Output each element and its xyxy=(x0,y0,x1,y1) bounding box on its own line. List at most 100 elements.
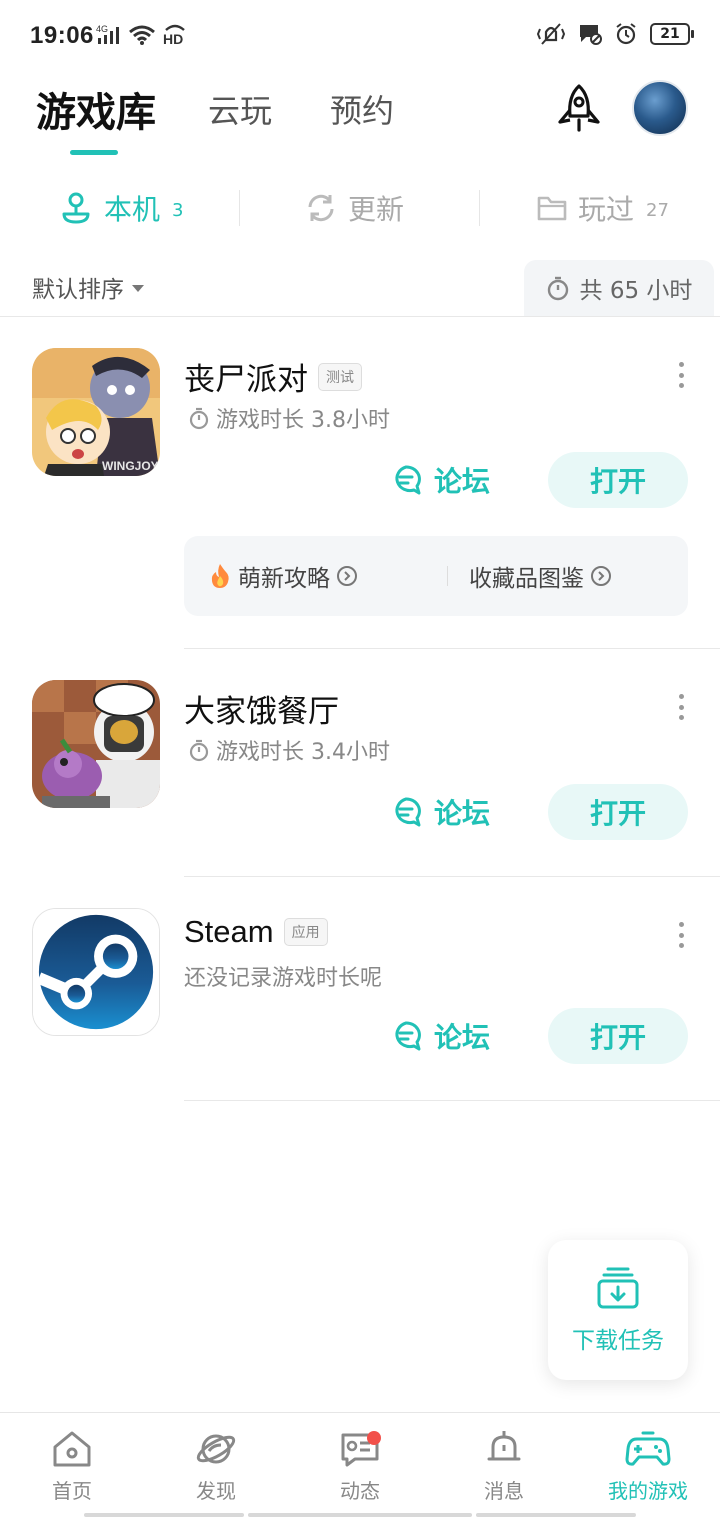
total-playtime-badge: 共 65 小时 xyxy=(524,260,714,316)
chevron-down-icon xyxy=(132,284,144,292)
sort-dropdown[interactable]: 默认排序 xyxy=(32,270,144,304)
game-playtime-text: 游戏时长 3.8小时 xyxy=(216,408,390,433)
game-title-row: 大家饿餐厅 xyxy=(184,686,339,731)
guide-label: 萌新攻略 xyxy=(238,566,330,592)
subtab-played-label: 玩过 xyxy=(578,193,635,226)
gesture-bar xyxy=(476,1513,636,1517)
timer-icon xyxy=(547,276,568,301)
game-tag: 应用 xyxy=(283,918,328,946)
bell-icon xyxy=(487,1431,521,1461)
steam-logo-icon[interactable] xyxy=(32,908,160,1036)
home-icon xyxy=(53,1431,91,1467)
status-right-icons: 21 xyxy=(536,22,694,46)
game-title-row: 丧尸派对 测试 xyxy=(184,354,362,399)
more-options-icon[interactable] xyxy=(676,922,686,948)
guide-link-beginner[interactable]: 萌新攻略 xyxy=(208,536,358,616)
svg-text:WINGJOY: WINGJOY xyxy=(102,459,159,473)
divider xyxy=(184,876,720,877)
nav-label: 我的游戏 xyxy=(608,1479,688,1503)
game-icon-restaurant[interactable] xyxy=(32,680,160,808)
forum-button[interactable]: 论坛 xyxy=(390,1008,490,1064)
download-box-icon xyxy=(597,1267,639,1309)
hd-label: HD xyxy=(163,31,183,46)
divider xyxy=(184,648,720,649)
game-title: Steam xyxy=(184,914,274,949)
tab-game-library[interactable]: 游戏库 xyxy=(36,80,156,138)
battery-indicator: 21 xyxy=(650,23,694,45)
tab-cloud-play[interactable]: 云玩 xyxy=(208,86,272,132)
more-options-icon[interactable] xyxy=(676,362,686,388)
message-blocked-icon xyxy=(580,25,602,45)
open-game-button[interactable]: 打开 xyxy=(548,1008,688,1064)
status-time: 19:06 xyxy=(30,22,94,49)
subtab-local-label: 本机 xyxy=(104,193,161,226)
subtab-updates[interactable]: 更新 xyxy=(304,180,404,236)
nav-home[interactable]: 首页 xyxy=(17,1429,127,1504)
nav-feed[interactable]: 动态 xyxy=(305,1429,415,1504)
status-bar: 19:06 4G HD 21 xyxy=(0,0,720,72)
rocket-icon[interactable] xyxy=(554,82,604,136)
subtab-updates-label: 更新 xyxy=(348,193,405,226)
game-title: 大家饿餐厅 xyxy=(184,694,339,730)
nav-discover[interactable]: 发现 xyxy=(161,1429,271,1504)
gesture-bar xyxy=(248,1513,472,1517)
tab-reservation[interactable]: 预约 xyxy=(330,86,394,132)
signal-icon: 4G xyxy=(96,24,119,44)
network-label: 4G xyxy=(96,24,108,34)
planet-icon xyxy=(196,1434,236,1464)
subtab-local-count: 3 xyxy=(172,199,184,221)
refresh-icon xyxy=(308,194,334,222)
forum-icon xyxy=(395,465,421,495)
nav-my-games[interactable]: 我的游戏 xyxy=(593,1429,703,1504)
download-tasks-button[interactable]: 下载任务 xyxy=(548,1240,688,1380)
nav-label: 首页 xyxy=(52,1479,92,1503)
timer-icon xyxy=(189,407,209,430)
more-options-icon[interactable] xyxy=(676,694,686,720)
open-game-button[interactable]: 打开 xyxy=(548,784,688,840)
forum-label: 论坛 xyxy=(434,465,491,498)
hd-icon: HD xyxy=(163,24,185,46)
forum-button[interactable]: 论坛 xyxy=(390,784,490,840)
nav-messages[interactable]: 消息 xyxy=(449,1429,559,1504)
game-title: 丧尸派对 xyxy=(184,362,308,398)
guide-divider xyxy=(447,566,448,586)
divider xyxy=(0,316,720,317)
divider xyxy=(184,1100,720,1101)
folder-icon xyxy=(537,196,567,221)
forum-icon xyxy=(395,797,421,827)
game-playtime: 还没记录游戏时长呢 xyxy=(184,960,382,992)
subtab-played[interactable]: 玩过 27 xyxy=(536,180,669,236)
subtab-divider xyxy=(479,190,480,226)
game-playtime-text: 游戏时长 3.4小时 xyxy=(216,740,390,765)
game-playtime: 游戏时长 3.8小时 xyxy=(188,402,390,434)
sort-label: 默认排序 xyxy=(32,277,124,303)
guide-link-collection[interactable]: 收藏品图鉴 xyxy=(469,536,612,616)
forum-label: 论坛 xyxy=(434,1021,491,1054)
nav-label: 动态 xyxy=(340,1479,380,1503)
subtab-local[interactable]: 本机 3 xyxy=(58,180,183,236)
fire-icon xyxy=(211,564,229,588)
total-playtime: 共 65 小时 xyxy=(579,278,693,304)
forum-label: 论坛 xyxy=(434,797,491,830)
avatar[interactable] xyxy=(632,80,688,136)
guide-card: 萌新攻略 收藏品图鉴 xyxy=(184,536,688,616)
device-icon xyxy=(62,192,90,224)
active-tab-indicator xyxy=(70,150,118,155)
vibrate-icon xyxy=(536,23,566,45)
timer-icon xyxy=(189,739,209,762)
guide-label: 收藏品图鉴 xyxy=(469,566,584,592)
circle-arrow-icon xyxy=(337,566,357,586)
subtab-played-count: 27 xyxy=(646,199,669,221)
nav-label: 发现 xyxy=(196,1479,236,1503)
download-tasks-label: 下载任务 xyxy=(572,1328,664,1354)
gamepad-icon xyxy=(625,1431,671,1466)
header: 游戏库 云玩 预约 xyxy=(0,72,720,162)
game-playtime: 游戏时长 3.4小时 xyxy=(188,734,390,766)
bottom-nav: 首页 发现 动态 消息 我的游戏 xyxy=(0,1412,720,1520)
game-icon-zombie-party[interactable]: WINGJOY xyxy=(32,348,160,476)
subtab-divider xyxy=(239,190,240,226)
forum-button[interactable]: 论坛 xyxy=(390,452,490,508)
gesture-bar xyxy=(84,1513,244,1517)
subtabs: 本机 3 更新 玩过 27 xyxy=(0,180,720,236)
open-game-button[interactable]: 打开 xyxy=(548,452,688,508)
